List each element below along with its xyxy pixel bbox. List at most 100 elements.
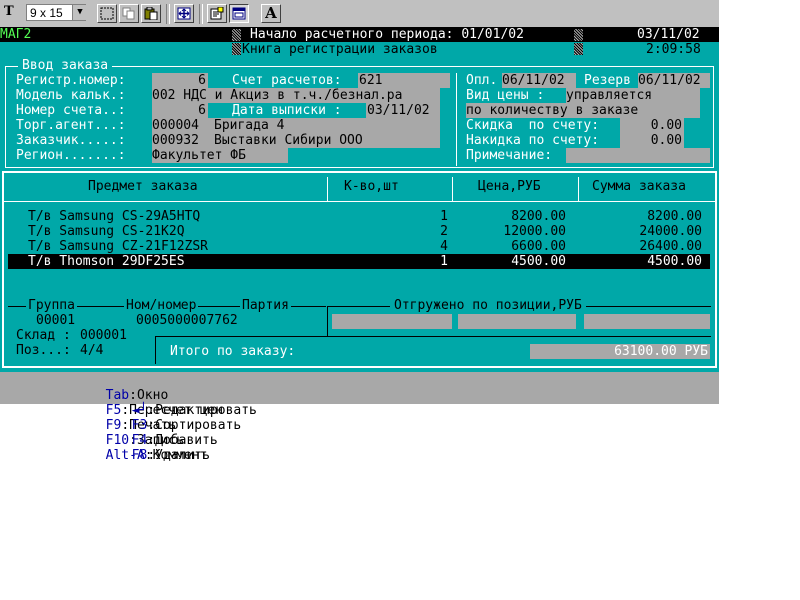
chevron-down-icon[interactable]: ▼ — [72, 5, 87, 20]
header-pattern — [574, 29, 583, 41]
mark-button[interactable] — [97, 4, 117, 23]
position-label: Поз...: — [16, 343, 71, 358]
reserve-value: 06/11/02 — [638, 73, 701, 88]
note-label: Примечание: — [466, 148, 553, 163]
region-value: Факультет ФБ — [152, 148, 246, 163]
paste-icon — [144, 7, 158, 20]
row-qty: 2 — [440, 224, 448, 239]
table-row[interactable]: Т/в Samsung CS-21K2Q 2 12000.00 24000.00 — [8, 224, 710, 239]
page-title: Книга регистрации заказов — [242, 42, 438, 57]
calc-model-value: 002 НДС и Акциз в т.ч./безнал.ра — [152, 88, 403, 103]
row-item-name: Т/в Samsung CS-29A5HTQ — [28, 209, 201, 224]
discount-label: Скидка по счету: — [466, 118, 600, 133]
title-pattern — [574, 43, 583, 55]
shipped-rule-left — [327, 306, 328, 336]
row-item-name: Т/в Samsung CS-21K2Q — [28, 224, 185, 239]
enter-icon: ◄┘ — [131, 403, 148, 418]
price-type-field[interactable]: управляется — [566, 88, 700, 103]
form-divider — [456, 73, 457, 166]
hotkey-f4[interactable]: F4:Добавить — [132, 433, 218, 448]
hotkey-line-2: ◄┘:Редактировать F3:Сортировать F4:Добав… — [116, 388, 257, 463]
table-row[interactable]: Т/в Samsung CZ-21F12ZSR 4 6600.00 26400.… — [8, 239, 710, 254]
paste-button[interactable] — [141, 4, 161, 23]
nomnumber-value: 0005000007762 — [136, 313, 238, 328]
shipped-field-2 — [458, 314, 576, 329]
table-header-rule — [4, 201, 715, 202]
calc-model-label: Модель кальк.: — [16, 88, 126, 103]
table-row[interactable]: Т/в Samsung CS-29A5HTQ 1 8200.00 8200.00 — [8, 209, 710, 224]
group-value: 00001 — [36, 313, 76, 328]
calc-model-field[interactable]: 002 НДС и Акциз в т.ч./безнал.ра — [152, 88, 440, 103]
reserve-field[interactable]: 06/11/02 — [638, 73, 710, 88]
paid-field[interactable]: 06/11/02 — [502, 73, 576, 88]
account-value: 621 — [359, 73, 383, 88]
shipped-field-3 — [584, 314, 710, 329]
row-item-name: Т/в Samsung CZ-21F12ZSR — [28, 239, 209, 254]
copy-button[interactable] — [119, 4, 139, 23]
price-type-field-2: по количеству в заказе — [466, 103, 700, 118]
reg-number-label: Регистр.номер: — [16, 73, 126, 88]
shipped-label: Отгружено по позиции,РУБ — [390, 298, 586, 313]
invoice-value: 6 — [198, 103, 206, 118]
hotkey-enter[interactable]: ◄┘:Редактировать — [132, 403, 257, 418]
hotkey-f8[interactable]: F8:Удалить — [132, 448, 210, 463]
col-divider — [327, 177, 328, 202]
price-type-label: Вид цены : — [466, 88, 545, 103]
col-divider — [452, 177, 453, 202]
row-item-name: Т/в Thomson 29DF25ES — [28, 254, 185, 269]
customer-field[interactable]: 000932 Выставки Сибири ООО — [152, 133, 440, 148]
warehouse-label: Склад : — [16, 328, 71, 343]
row-qty: 1 — [440, 209, 448, 224]
total-rule — [155, 336, 711, 337]
row-total: 8200.00 — [647, 209, 702, 224]
warehouse-value: 000001 — [80, 328, 127, 343]
paid-value: 06/11/02 — [502, 73, 565, 88]
row-price: 4500.00 — [511, 254, 566, 269]
header-date: 03/11/02 — [637, 27, 700, 42]
total-value: 63100.00 РУБ — [614, 344, 708, 359]
table-row-selected[interactable]: Т/в Thomson 29DF25ES 1 4500.00 4500.00 — [8, 254, 710, 269]
paid-label: Опл. — [466, 73, 498, 88]
agent-name: Бригада 4 — [214, 118, 285, 133]
invoice-label: Номер счета..: — [16, 103, 126, 118]
markup-field[interactable]: 0.00 — [620, 133, 684, 148]
row-qty: 4 — [440, 239, 448, 254]
discount-value: 0.00 — [650, 118, 682, 133]
nomnumber-label: Ном/номер — [124, 298, 199, 313]
note-field[interactable] — [566, 148, 710, 163]
copy-icon — [122, 7, 135, 20]
reg-number-field[interactable]: 6 — [152, 73, 208, 88]
shipped-field-1 — [332, 314, 452, 329]
markup-label: Накидка по счету: — [466, 133, 600, 148]
total-rule-left — [155, 336, 156, 364]
background-button[interactable] — [229, 4, 249, 23]
region-field[interactable]: Факультет ФБ — [152, 148, 288, 163]
properties-button[interactable] — [207, 4, 227, 23]
account-field[interactable]: 621 — [358, 73, 450, 88]
fullscreen-button[interactable] — [174, 4, 194, 23]
customer-label: Заказчик.....: — [16, 133, 126, 148]
toolbar-separator — [199, 4, 203, 24]
font-button[interactable]: A — [261, 4, 281, 23]
column-header-price: Цена,РУБ — [478, 179, 541, 194]
mark-icon — [100, 7, 114, 20]
issue-date-field[interactable]: 03/11/02 — [366, 103, 440, 118]
price-type-value-2: по количеству в заказе — [466, 103, 639, 118]
row-total: 26400.00 — [639, 239, 702, 254]
agent-field[interactable]: 000004 Бригада 4 — [152, 118, 440, 133]
invoice-field[interactable]: 6 — [152, 103, 208, 118]
hotkey-f3[interactable]: F3:Сортировать — [132, 418, 242, 433]
header-time: 2:09:58 — [646, 42, 701, 57]
row-total: 24000.00 — [639, 224, 702, 239]
row-price: 6600.00 — [511, 239, 566, 254]
issue-date-value: 03/11/02 — [367, 103, 430, 118]
title-pattern — [232, 43, 241, 55]
region-label: Регион.......: — [16, 148, 126, 163]
price-type-value-1: управляется — [566, 88, 653, 103]
discount-field[interactable]: 0.00 — [620, 118, 684, 133]
row-qty: 1 — [440, 254, 448, 269]
reserve-label: Резерв — [584, 73, 631, 88]
total-field: 63100.00 РУБ — [530, 344, 710, 359]
customer-name: Выставки Сибири ООО — [214, 133, 363, 148]
column-header-total: Сумма заказа — [592, 179, 686, 194]
